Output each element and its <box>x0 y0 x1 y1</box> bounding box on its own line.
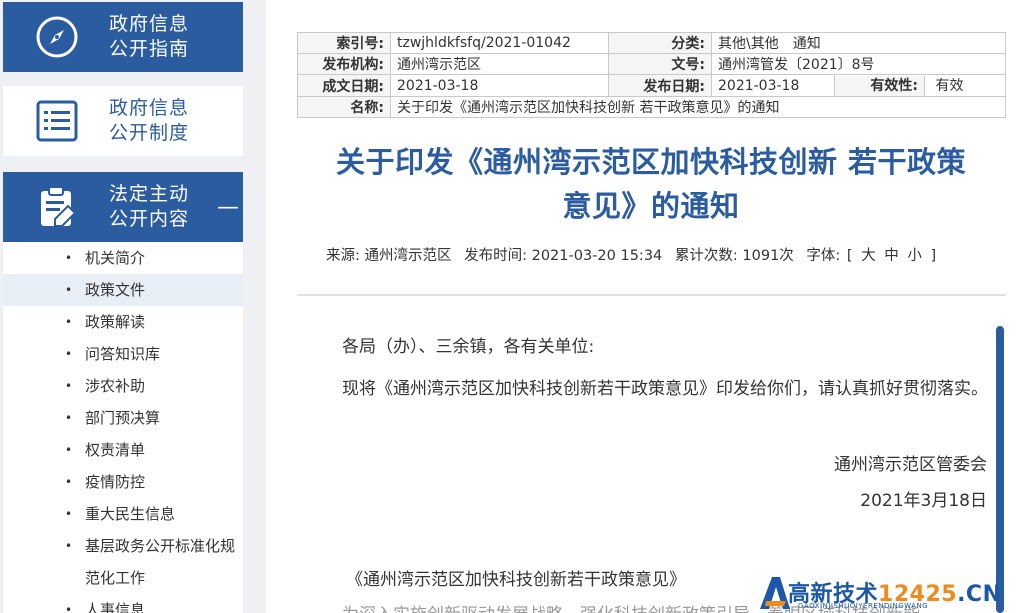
watermark-logo-icon <box>760 577 790 609</box>
category-label: 分类: <box>608 32 712 54</box>
publisher-value: 通州湾示范区 <box>390 53 609 75</box>
validity-cell: 有效性: 有效 <box>834 74 1006 97</box>
issued-date-label: 发布日期: <box>608 74 712 97</box>
sidebar-active-label-1: 法定主动 <box>109 183 190 205</box>
collapse-icon[interactable]: — <box>217 195 239 220</box>
category-value: 其他\其他 通知 <box>711 32 1006 54</box>
sidebar-item-budget[interactable]: 部门预决算 <box>3 402 243 434</box>
document-title: 关于印发《通州湾示范区加快科技创新 若干政策 意见》的通知 <box>286 140 1016 228</box>
source-label: 来源: <box>326 248 360 264</box>
scrollbar[interactable] <box>996 326 1004 613</box>
compass-icon <box>25 5 89 69</box>
view-count-value: 1091次 <box>742 248 794 264</box>
font-size-controls: [ 大 中 小 ] <box>845 248 938 264</box>
publisher-label: 发布机构: <box>297 53 391 75</box>
sidebar-sub-list: 机关简介 政策文件 政策解读 问答知识库 涉农补助 部门预决算 权责清单 疫情防… <box>3 242 243 613</box>
source-value: 通州湾示范区 <box>364 248 452 264</box>
signature-date: 2021年3月18日 <box>860 491 987 511</box>
title-line-1: 关于印发《通州湾示范区加快科技创新 若干政策 <box>335 145 967 179</box>
created-date-label: 成文日期: <box>297 74 391 97</box>
sidebar-guide-label-1: 政府信息 <box>109 13 190 35</box>
sidebar-item-label: 疫情防控 <box>85 473 146 491</box>
sidebar-item-label: 部门预决算 <box>85 409 161 427</box>
sidebar-item-label: 机关简介 <box>85 249 146 267</box>
sidebar-guide-label-2: 公开指南 <box>109 38 190 60</box>
sidebar: 政府信息 公开指南 政府信息 公开制度 法定主动 公开内容 — • 机关简介 •… <box>0 0 246 613</box>
sidebar-item-label: 范化工作 <box>85 569 146 587</box>
font-bracket-open: [ <box>846 248 853 264</box>
index-no-label: 索引号: <box>297 32 391 54</box>
watermark-text-tail: .CN <box>957 582 1002 607</box>
signature: 通州湾示范区管委会 <box>834 455 987 475</box>
sidebar-item-label: 权责清单 <box>85 441 146 459</box>
sidebar-item-label: 问答知识库 <box>85 345 161 363</box>
font-bracket-close: ] <box>930 248 937 264</box>
watermark: 高新技术12425.CN GAOXINJISHUQIYERENDINGWANG <box>756 573 1023 613</box>
sidebar-item-qa[interactable]: 问答知识库 <box>3 338 243 370</box>
document-list-icon <box>25 89 89 153</box>
sidebar-item-label: 人事信息 <box>85 601 146 613</box>
sidebar-system-label-1: 政府信息 <box>109 97 190 119</box>
sidebar-item-epidemic[interactable]: 疫情防控 <box>3 466 243 498</box>
font-size-label: 字体: <box>806 248 841 264</box>
sidebar-item-label: 政策文件 <box>85 281 146 299</box>
sidebar-item-standardization[interactable]: 基层政务公开标准化规 <box>3 530 243 562</box>
doc-name-label: 名称: <box>297 96 391 118</box>
sidebar-guide-button[interactable]: 政府信息 公开指南 <box>3 2 243 72</box>
view-count-label: 累计次数: <box>674 248 738 264</box>
body-paragraph: 现将《通州湾示范区加快科技创新若干政策意见》印发给你们，请认真抓好贯彻落实。 <box>342 379 988 399</box>
sidebar-item-subsidy[interactable]: 涉农补助 <box>3 370 243 402</box>
sidebar-item-interpretation[interactable]: 政策解读 <box>3 306 243 338</box>
doc-name-value: 关于印发《通州湾示范区加快科技创新 若干政策意见》的通知 <box>390 96 1006 118</box>
watermark-subtext: GAOXINJISHUQIYERENDINGWANG <box>798 602 929 610</box>
sidebar-item-personnel[interactable]: 人事信息 <box>3 594 243 613</box>
sidebar-system-label-2: 公开制度 <box>109 122 190 144</box>
document-info: 来源: 通州湾示范区 发布时间: 2021-03-20 15:34 累计次数: … <box>326 244 938 265</box>
sidebar-item-label: 政策解读 <box>85 313 146 331</box>
sidebar-active-label-2: 公开内容 <box>109 208 190 230</box>
doc-no-label: 文号: <box>608 53 712 75</box>
publish-time-label: 发布时间: <box>464 248 527 264</box>
sidebar-item-label: 基层政务公开标准化规 <box>85 537 236 555</box>
sidebar-item-intro[interactable]: 机关简介 <box>3 242 243 274</box>
sidebar-item-label: 重大民生信息 <box>85 505 176 523</box>
index-no-value: tzwjhldkfsfq/2021-01042 <box>390 32 609 54</box>
sidebar-item-label: 涉农补助 <box>85 377 146 395</box>
salutation: 各局（办）、三余镇，各有关单位: <box>342 337 595 357</box>
validity-label: 有效性: <box>835 76 925 96</box>
validity-value: 有效 <box>935 78 964 94</box>
sidebar-system-button[interactable]: 政府信息 公开制度 <box>3 86 243 156</box>
main-content: 索引号: tzwjhldkfsfq/2021-01042 分类: 其他\其他 通… <box>266 0 1023 613</box>
sidebar-item-policy[interactable]: 政策文件 <box>3 274 243 306</box>
clipboard-edit-icon <box>25 175 89 239</box>
issued-date-value: 2021-03-18 <box>711 74 835 97</box>
divider <box>297 294 1006 296</box>
publish-time-value: 2021-03-20 15:34 <box>531 248 663 264</box>
sidebar-item-livelihood[interactable]: 重大民生信息 <box>3 498 243 530</box>
title-line-2: 意见》的通知 <box>562 189 740 223</box>
font-small-button[interactable]: 小 <box>905 248 924 264</box>
created-date-value: 2021-03-18 <box>390 74 609 97</box>
doc-no-value: 通州湾管发〔2021〕8号 <box>711 53 1006 75</box>
sidebar-active-button[interactable]: 法定主动 公开内容 — <box>3 172 243 242</box>
font-large-button[interactable]: 大 <box>859 248 878 264</box>
metadata-table: 索引号: tzwjhldkfsfq/2021-01042 分类: 其他\其他 通… <box>297 32 1006 118</box>
sidebar-item-responsibility[interactable]: 权责清单 <box>3 434 243 466</box>
sidebar-item-standardization-cont[interactable]: 范化工作 <box>3 562 243 594</box>
font-medium-button[interactable]: 中 <box>882 248 901 264</box>
